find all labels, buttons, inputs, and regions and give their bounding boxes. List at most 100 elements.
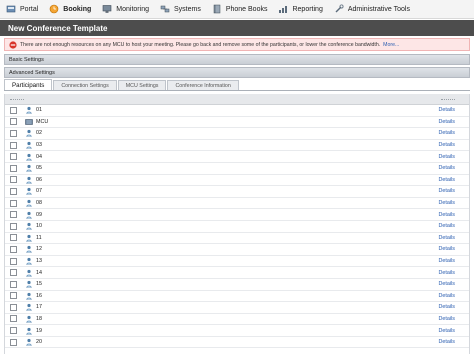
details-link[interactable]: Details — [439, 281, 455, 287]
row-checkbox[interactable] — [10, 118, 17, 126]
portal-icon — [6, 4, 16, 14]
table-row[interactable]: MCU Details — [5, 117, 469, 129]
table-row[interactable]: 10 Details — [5, 221, 469, 233]
details-link[interactable]: Details — [439, 165, 455, 171]
booking-icon — [49, 4, 59, 14]
row-checkbox[interactable] — [10, 222, 17, 230]
header-actions-handle[interactable] — [441, 99, 455, 100]
table-row[interactable]: 20 Details — [5, 337, 469, 349]
participant-icon — [25, 292, 33, 300]
warning-icon — [9, 40, 17, 49]
table-row[interactable]: 02 Details — [5, 128, 469, 140]
details-link[interactable]: Details — [439, 200, 455, 206]
row-checkbox[interactable] — [10, 106, 17, 114]
table-row[interactable]: 09 Details — [5, 209, 469, 221]
table-row[interactable]: 03 Details — [5, 140, 469, 152]
details-link[interactable]: Details — [439, 328, 455, 334]
details-link[interactable]: Details — [439, 154, 455, 160]
details-link[interactable]: Details — [439, 142, 455, 148]
table-row[interactable]: 13 Details — [5, 256, 469, 268]
row-checkbox[interactable] — [10, 153, 17, 161]
nav-reporting[interactable]: Reporting — [272, 0, 327, 19]
table-row[interactable]: 18 Details — [5, 314, 469, 326]
row-checkbox[interactable] — [10, 327, 17, 335]
participant-icon — [25, 176, 33, 184]
details-link[interactable]: Details — [439, 304, 455, 310]
participant-icon — [25, 315, 33, 323]
row-checkbox[interactable] — [10, 129, 17, 137]
table-row[interactable]: 15 Details — [5, 279, 469, 291]
row-checkbox[interactable] — [10, 199, 17, 207]
nav-booking-label: Booking — [63, 5, 92, 13]
table-row[interactable]: 11 Details — [5, 233, 469, 245]
advanced-settings-section[interactable]: Advanced Settings — [4, 67, 470, 78]
participant-name: 19 — [36, 327, 42, 334]
nav-phone-books[interactable]: Phone Books — [206, 0, 273, 19]
participant-icon — [25, 187, 33, 195]
row-checkbox[interactable] — [10, 245, 17, 253]
table-row[interactable]: 01 Details — [5, 105, 469, 117]
details-link[interactable]: Details — [439, 316, 455, 322]
participant-icon — [25, 257, 33, 265]
tab-connection-settings[interactable]: Connection Settings — [53, 80, 117, 90]
details-link[interactable]: Details — [439, 246, 455, 252]
row-checkbox[interactable] — [10, 280, 17, 288]
table-row[interactable]: 12 Details — [5, 244, 469, 256]
row-checkbox[interactable] — [10, 187, 17, 195]
phone-books-icon — [212, 4, 222, 14]
details-link[interactable]: Details — [439, 188, 455, 194]
header-select-handle[interactable] — [10, 99, 24, 100]
row-checkbox[interactable] — [10, 303, 17, 311]
row-checkbox[interactable] — [10, 292, 17, 300]
participant-name: 11 — [36, 234, 42, 241]
table-row[interactable]: 19 Details — [5, 325, 469, 337]
details-link[interactable]: Details — [439, 130, 455, 136]
details-link[interactable]: Details — [439, 177, 455, 183]
row-checkbox[interactable] — [10, 338, 17, 346]
details-link[interactable]: Details — [439, 107, 455, 113]
warning-more-link[interactable]: More... — [383, 42, 399, 48]
participant-icon — [25, 129, 33, 137]
details-link[interactable]: Details — [439, 258, 455, 264]
tab-conference-information[interactable]: Conference Information — [167, 80, 239, 90]
nav-booking[interactable]: Booking — [43, 0, 96, 19]
nav-portal[interactable]: Portal — [0, 0, 43, 19]
tab-participants[interactable]: Participants — [4, 79, 53, 90]
participant-name: 08 — [36, 200, 42, 207]
table-row[interactable]: 17 Details — [5, 302, 469, 314]
row-checkbox[interactable] — [10, 315, 17, 323]
details-link[interactable]: Details — [439, 293, 455, 299]
details-link[interactable]: Details — [439, 223, 455, 229]
nav-administrative-tools[interactable]: Administrative Tools — [328, 0, 415, 19]
table-row[interactable]: 07 Details — [5, 186, 469, 198]
row-checkbox[interactable] — [10, 141, 17, 149]
table-row[interactable]: 14 Details — [5, 267, 469, 279]
details-link[interactable]: Details — [439, 212, 455, 218]
participant-rows: 01 Details MCU Details 02 Details 03 Details 04 D… — [5, 105, 469, 349]
details-link[interactable]: Details — [439, 119, 455, 125]
row-checkbox[interactable] — [10, 164, 17, 172]
row-checkbox[interactable] — [10, 234, 17, 242]
table-row[interactable]: 08 Details — [5, 198, 469, 210]
table-row[interactable]: 16 Details — [5, 291, 469, 303]
tab-mcu-settings[interactable]: MCU Settings — [117, 80, 167, 90]
warning-text: There are not enough resources on any MC… — [20, 41, 381, 48]
table-row[interactable]: 04 Details — [5, 151, 469, 163]
tab-bar: Participants Connection Settings MCU Set… — [4, 79, 470, 91]
row-checkbox[interactable] — [10, 269, 17, 277]
details-link[interactable]: Details — [439, 235, 455, 241]
details-link[interactable]: Details — [439, 270, 455, 276]
participant-icon — [25, 153, 33, 161]
row-checkbox[interactable] — [10, 257, 17, 265]
participant-icon — [25, 327, 33, 335]
nav-monitoring[interactable]: Monitoring — [96, 0, 154, 19]
details-link[interactable]: Details — [439, 339, 455, 345]
nav-systems[interactable]: Systems — [154, 0, 206, 19]
monitoring-icon — [102, 4, 112, 14]
table-row[interactable]: 06 Details — [5, 175, 469, 187]
warning-banner: There are not enough resources on any MC… — [4, 38, 470, 51]
row-checkbox[interactable] — [10, 176, 17, 184]
row-checkbox[interactable] — [10, 211, 17, 219]
table-row[interactable]: 05 Details — [5, 163, 469, 175]
basic-settings-section[interactable]: Basic Settings — [4, 54, 470, 65]
